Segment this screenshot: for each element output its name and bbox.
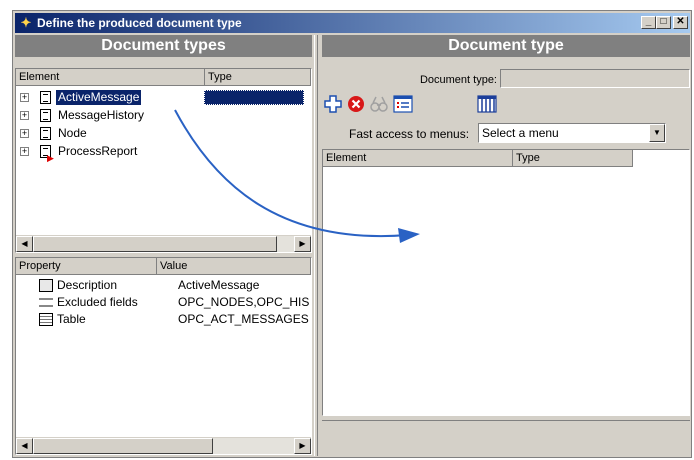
title-bar[interactable]: ✦ Define the produced document type _ □ … (15, 13, 690, 33)
fields-icon (39, 298, 53, 307)
property-value: ActiveMessage (178, 278, 260, 292)
scroll-left-button[interactable]: ◀ (16, 438, 33, 454)
expand-icon[interactable]: + (20, 93, 29, 102)
tree-item[interactable]: + ActiveMessage (16, 89, 311, 107)
column-header-element[interactable]: Element (16, 69, 205, 86)
fast-access-label: Fast access to menus: (349, 127, 470, 141)
scroll-right-button[interactable]: ▶ (294, 236, 311, 252)
table-view-icon[interactable] (476, 93, 498, 115)
pane-splitter[interactable] (314, 35, 318, 456)
document-icon (40, 91, 51, 104)
scroll-right-button[interactable]: ▶ (294, 438, 311, 454)
element-list[interactable]: Element Type (322, 149, 690, 416)
fast-access-select[interactable]: Select a menu ▼ (478, 123, 666, 143)
property-value: OPC_ACT_MESSAGES (178, 312, 309, 326)
tree-item-label: MessageHistory (58, 108, 145, 122)
binoculars-icon[interactable] (368, 93, 390, 115)
tree-item[interactable]: + MessageHistory (16, 107, 311, 125)
tree-item[interactable]: + Node (16, 125, 311, 143)
tree-item-label: Node (58, 126, 87, 140)
form-icon[interactable] (392, 93, 414, 115)
tree-item-label: ProcessReport (58, 144, 138, 158)
property-name: Description (57, 278, 118, 292)
add-icon[interactable] (322, 93, 344, 115)
column-header-type[interactable]: Type (205, 69, 311, 86)
chevron-down-icon[interactable]: ▼ (649, 124, 665, 142)
document-type-label: Document type: (419, 74, 497, 86)
document-types-tree[interactable]: Element Type + ActiveMessage + MessageHi… (15, 68, 312, 253)
property-name: Excluded fields (57, 295, 138, 309)
property-value: OPC_NODES,OPC_HIS (178, 295, 310, 309)
document-icon (40, 127, 51, 140)
document-type-header: Document type (322, 35, 690, 57)
property-row[interactable]: Table OPC_ACT_MESSAGES (16, 311, 311, 328)
status-area (322, 420, 690, 455)
document-type-field[interactable] (500, 69, 690, 88)
type-cell-selected (204, 90, 304, 105)
property-row[interactable]: Description ActiveMessage (16, 277, 311, 294)
window-title: Define the produced document type (37, 16, 242, 30)
property-name: Table (57, 312, 86, 326)
column-header-element[interactable]: Element (323, 150, 513, 167)
document-icon (40, 109, 51, 122)
tree-item-label: ActiveMessage (56, 90, 142, 105)
properties-horizontal-scrollbar[interactable]: ◀ ▶ (16, 437, 311, 454)
description-icon (39, 279, 53, 292)
scroll-thumb[interactable] (33, 438, 213, 454)
column-header-type[interactable]: Type (513, 150, 633, 167)
minimize-button[interactable]: _ (641, 16, 656, 29)
expand-icon[interactable]: + (20, 147, 29, 156)
property-row[interactable]: Excluded fields OPC_NODES,OPC_HIS (16, 294, 311, 311)
scroll-left-button[interactable]: ◀ (16, 236, 33, 252)
tree-horizontal-scrollbar[interactable]: ◀ ▶ (16, 235, 311, 252)
column-header-property[interactable]: Property (16, 258, 157, 275)
expand-icon[interactable]: + (20, 111, 29, 120)
delete-icon[interactable] (345, 93, 367, 115)
expand-icon[interactable]: + (20, 129, 29, 138)
document-types-header: Document types (15, 35, 312, 57)
table-icon (39, 313, 53, 326)
properties-list[interactable]: Property Value Description ActiveMessage… (15, 257, 312, 455)
maximize-button[interactable]: □ (656, 16, 671, 29)
red-arrow-icon: ▶ (47, 153, 54, 163)
fast-access-value: Select a menu (482, 126, 559, 140)
close-button[interactable]: ✕ (673, 16, 688, 29)
app-icon: ✦ (20, 15, 32, 30)
scroll-thumb[interactable] (33, 236, 277, 252)
column-header-value[interactable]: Value (157, 258, 311, 275)
tree-item[interactable]: + ▶ ProcessReport (16, 143, 311, 163)
dialog-window: ✦ Define the produced document type _ □ … (12, 10, 692, 458)
